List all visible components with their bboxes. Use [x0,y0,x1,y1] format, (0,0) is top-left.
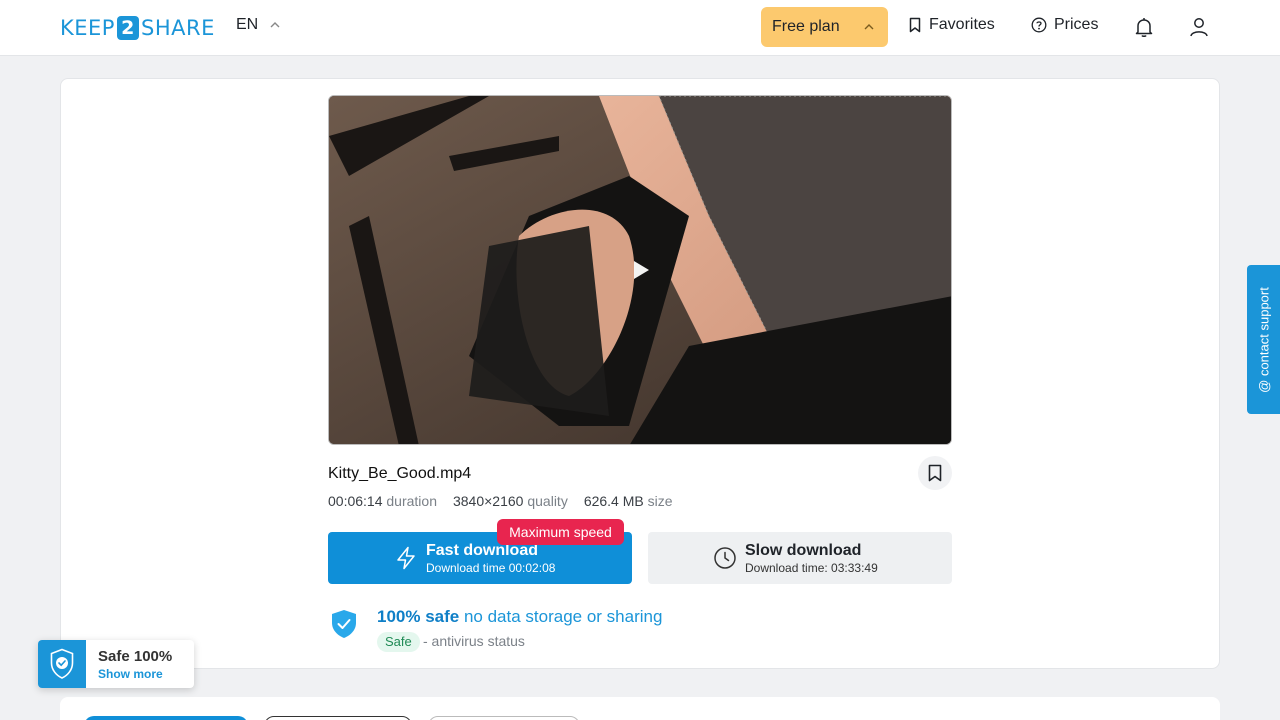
bell-icon[interactable] [1132,15,1156,39]
favorites-link[interactable]: Favorites [908,16,995,34]
file-name: Kitty_Be_Good.mp4 [328,465,472,482]
slow-download-title: Slow download [745,542,862,559]
slow-download-time: Download time: 03:33:49 [745,561,878,575]
language-selector[interactable]: EN [236,16,280,34]
quality-label: quality [527,493,568,509]
show-more-link[interactable]: Show more [98,667,163,681]
prices-link[interactable]: Prices [1031,16,1098,34]
free-plan-button[interactable]: Free plan [761,7,888,47]
plan-label: Free plan [772,18,840,35]
safety-statement: 100% safe no data storage or sharing [377,607,662,627]
lightning-icon [397,546,415,570]
language-label: EN [236,16,259,33]
top-header: KEEP 2 SHARE EN Free plan Favorites Pric… [0,0,1280,56]
safe-status-pill: Safe [377,632,420,652]
fast-download-time: Download time 00:02:08 [426,561,556,575]
tab-3[interactable] [428,716,580,720]
duration-value: 00:06:14 [328,493,383,509]
duration-label: duration [386,493,437,509]
antivirus-status-label: - antivirus status [423,633,525,649]
file-meta: 00:06:14 duration 3840×2160 quality 626.… [328,493,673,509]
clock-icon [714,547,736,569]
tab-1[interactable] [84,716,248,720]
quality: 3840×2160 quality [453,493,568,509]
tabs-card [60,697,1220,720]
chevron-up-icon [864,24,874,30]
safety-bold: 100% safe [377,607,460,626]
safety-text: no data storage or sharing [459,607,663,626]
contact-support-tab[interactable]: @ contact support [1247,265,1280,414]
bookmark-icon [909,17,921,33]
safe-widget-title: Safe 100% [98,648,173,665]
chevron-up-icon [270,22,280,28]
contact-support-label: @ contact support [1256,286,1271,393]
shield-check-icon [50,648,74,679]
question-circle-icon [1031,17,1047,33]
maximum-speed-badge: Maximum speed [497,519,624,545]
size-value: 626.4 MB [583,493,644,509]
favorites-label: Favorites [929,16,995,33]
size-label: size [647,493,673,509]
safe-widget[interactable]: Safe 100% Show more [38,640,194,688]
shield-check-icon [332,610,356,638]
tab-2[interactable] [264,716,412,720]
duration: 00:06:14 duration [328,493,437,509]
slow-download-button[interactable]: Slow download Download time: 03:33:49 [648,532,952,584]
size: 626.4 MB size [584,493,673,509]
keep2share-logo[interactable]: KEEP 2 SHARE [60,15,215,41]
prices-label: Prices [1054,16,1099,33]
user-icon[interactable] [1187,15,1211,39]
logo-two: 2 [116,16,139,40]
play-icon[interactable] [631,259,651,281]
add-to-favorites-button[interactable] [918,456,952,490]
bookmark-icon [928,464,942,482]
logo-keep: KEEP [60,16,115,40]
quality-value: 3840×2160 [452,493,524,509]
logo-share: SHARE [140,16,215,40]
